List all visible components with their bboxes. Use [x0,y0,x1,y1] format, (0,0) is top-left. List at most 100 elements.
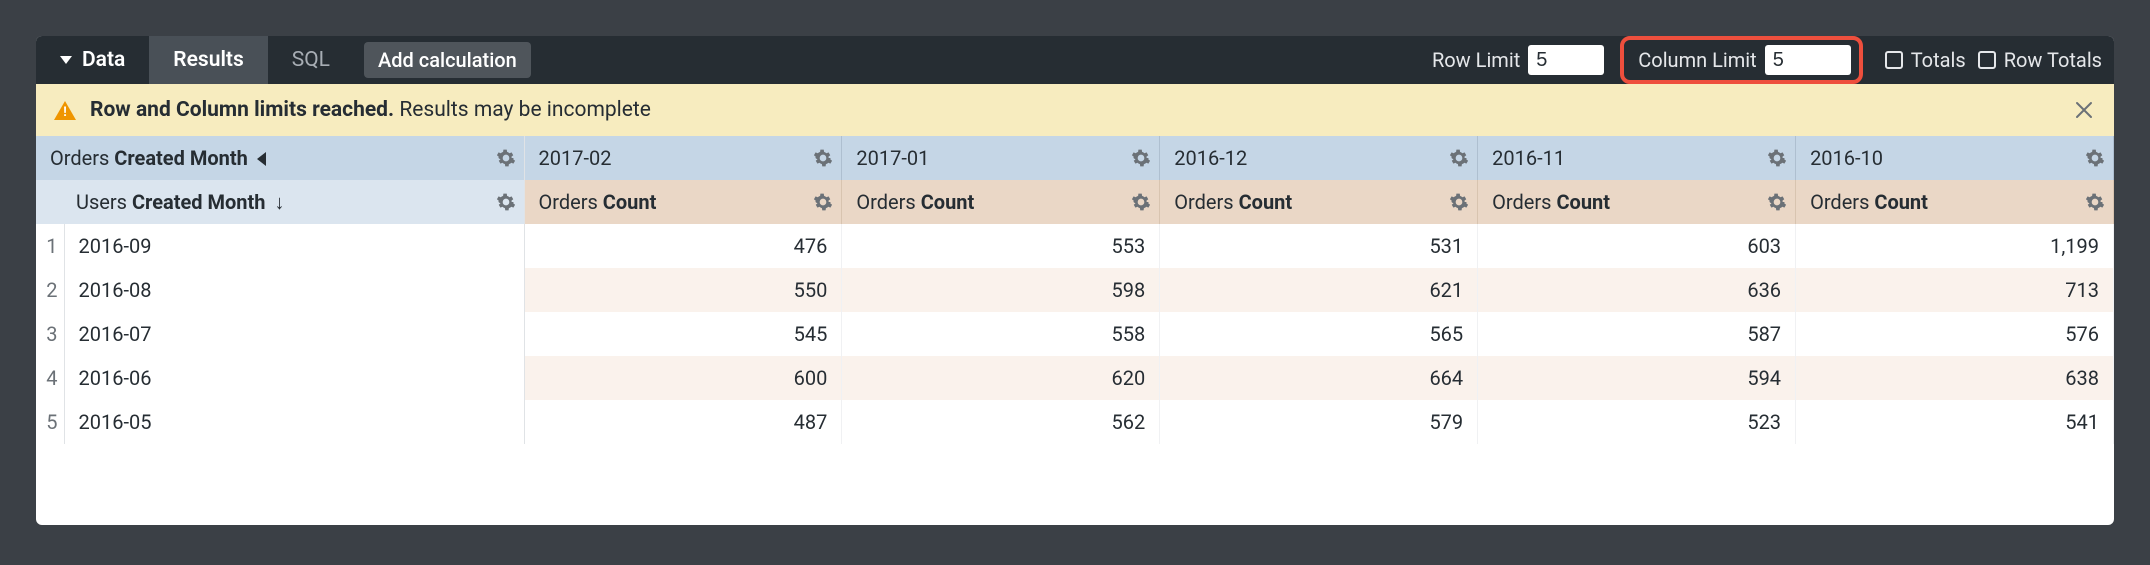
pivot-dimension-header[interactable]: Orders Created Month [36,136,524,180]
cell-value[interactable]: 594 [1478,356,1796,400]
cell-value[interactable]: 553 [842,224,1160,268]
column-limit-label: Column Limit [1638,48,1756,72]
pivot-col-2[interactable]: 2016-12 [1160,136,1478,180]
totals-checkbox[interactable] [1885,51,1903,69]
measure-prefix: Orders [1810,190,1874,214]
pivot-col-2-label: 2016-12 [1174,146,1247,170]
row-label[interactable]: 2016-08 [64,268,524,312]
cell-value[interactable]: 562 [842,400,1160,444]
row-totals-checkbox-group: Row Totals [1978,48,2102,72]
tab-data[interactable]: Data [48,36,149,84]
table-row: 3 2016-07 545 558 565 587 576 [36,312,2114,356]
pivot-header-row: Orders Created Month 2017-02 2017-01 201… [36,136,2114,180]
cell-value[interactable]: 587 [1478,312,1796,356]
cell-value[interactable]: 620 [842,356,1160,400]
cell-value[interactable]: 603 [1478,224,1796,268]
cell-value[interactable]: 523 [1478,400,1796,444]
pivot-dim-bold: Created Month [114,146,248,170]
cell-value[interactable]: 487 [524,400,842,444]
measure-prefix: Orders [539,190,603,214]
banner-close-button[interactable] [2072,98,2096,122]
row-totals-checkbox[interactable] [1978,51,1996,69]
column-limit-highlight: Column Limit [1620,36,1862,84]
gear-icon[interactable] [1449,192,1469,212]
gear-icon[interactable] [2085,148,2105,168]
gear-icon[interactable] [813,148,833,168]
measure-bold: Count [921,190,975,214]
cell-value[interactable]: 579 [1160,400,1478,444]
measure-bold: Count [1874,190,1928,214]
measure-col-1[interactable]: Orders Count [842,180,1160,224]
banner-text: Row and Column limits reached. Results m… [90,98,651,122]
row-dimension-header[interactable]: Users Created Month ↓ [36,180,524,224]
row-label[interactable]: 2016-09 [64,224,524,268]
table-row: 2 2016-08 550 598 621 636 713 [36,268,2114,312]
pivot-col-1[interactable]: 2017-01 [842,136,1160,180]
chevron-left-icon [257,152,266,166]
add-calculation-button[interactable]: Add calculation [364,42,531,78]
cell-value[interactable]: 476 [524,224,842,268]
measure-col-3[interactable]: Orders Count [1478,180,1796,224]
cell-value[interactable]: 531 [1160,224,1478,268]
add-calculation-label: Add calculation [378,48,517,72]
pivot-col-0[interactable]: 2017-02 [524,136,842,180]
measure-bold: Count [1239,190,1293,214]
results-panel: Data Results SQL Add calculation Row Lim… [36,36,2114,525]
cell-value[interactable]: 638 [1796,356,2114,400]
gear-icon[interactable] [2085,192,2105,212]
measure-col-4[interactable]: Orders Count [1796,180,2114,224]
gear-icon[interactable] [813,192,833,212]
gear-icon[interactable] [1767,192,1787,212]
cell-value[interactable]: 558 [842,312,1160,356]
row-limit-input[interactable] [1528,45,1604,75]
cell-value[interactable]: 576 [1796,312,2114,356]
row-label[interactable]: 2016-06 [64,356,524,400]
warning-icon [54,101,76,120]
close-icon [2072,98,2096,122]
pivot-col-4[interactable]: 2016-10 [1796,136,2114,180]
pivot-col-0-label: 2017-02 [539,146,612,170]
cell-value[interactable]: 600 [524,356,842,400]
cell-value[interactable]: 545 [524,312,842,356]
cell-value[interactable]: 598 [842,268,1160,312]
measure-col-2[interactable]: Orders Count [1160,180,1478,224]
row-totals-label: Row Totals [2004,48,2102,72]
gear-icon[interactable] [496,192,516,212]
table-row: 5 2016-05 487 562 579 523 541 [36,400,2114,444]
measure-bold: Count [1556,190,1610,214]
cell-value[interactable]: 713 [1796,268,2114,312]
gear-icon[interactable] [1131,192,1151,212]
cell-value[interactable]: 550 [524,268,842,312]
row-number: 1 [36,224,64,268]
column-limit-input[interactable] [1765,45,1851,75]
results-table: Orders Created Month 2017-02 2017-01 201… [36,136,2114,444]
gear-icon[interactable] [1449,148,1469,168]
limits-warning-banner: Row and Column limits reached. Results m… [36,84,2114,136]
row-label[interactable]: 2016-07 [64,312,524,356]
cell-value[interactable]: 636 [1478,268,1796,312]
cell-value[interactable]: 621 [1160,268,1478,312]
measure-col-0[interactable]: Orders Count [524,180,842,224]
banner-bold: Row and Column limits reached. [90,98,394,122]
tab-results[interactable]: Results [149,36,267,84]
cell-value[interactable]: 1,199 [1796,224,2114,268]
table-row: 4 2016-06 600 620 664 594 638 [36,356,2114,400]
pivot-col-3[interactable]: 2016-11 [1478,136,1796,180]
tab-sql[interactable]: SQL [268,36,354,84]
row-limit-group: Row Limit [1432,45,1604,75]
gear-icon[interactable] [1131,148,1151,168]
cell-value[interactable]: 541 [1796,400,2114,444]
sort-descending-icon: ↓ [274,190,284,215]
cell-value[interactable]: 565 [1160,312,1478,356]
row-dim-prefix: Users [76,190,132,214]
tab-data-label: Data [82,48,125,72]
gear-icon[interactable] [1767,148,1787,168]
cell-value[interactable]: 664 [1160,356,1478,400]
row-number: 4 [36,356,64,400]
row-label[interactable]: 2016-05 [64,400,524,444]
measure-header-row: Users Created Month ↓ Orders Count Order… [36,180,2114,224]
measure-prefix: Orders [1174,190,1238,214]
measure-prefix: Orders [1492,190,1556,214]
pivot-col-1-label: 2017-01 [856,146,929,170]
gear-icon[interactable] [496,148,516,168]
